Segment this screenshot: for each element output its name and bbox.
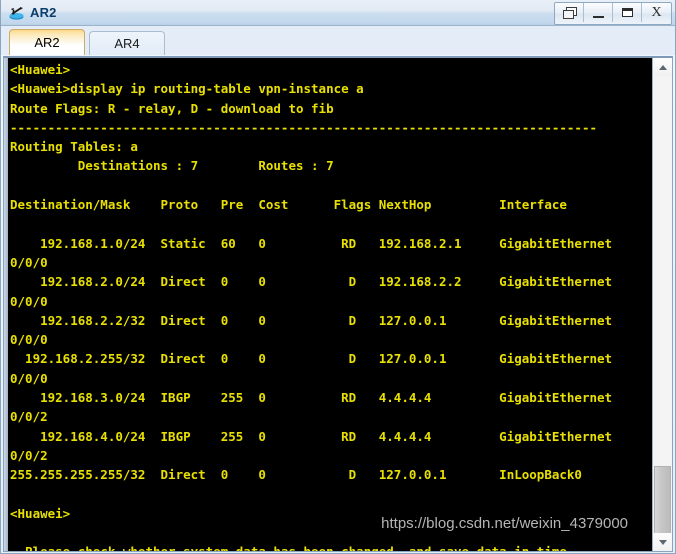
title-bar: AR2 X	[1, 0, 675, 26]
window-controls: X	[554, 2, 672, 25]
minimize-button[interactable]	[584, 3, 613, 22]
scrollbar-track[interactable]	[653, 76, 672, 534]
restore-windows-button[interactable]	[555, 3, 584, 22]
scrollbar-thumb[interactable]	[654, 466, 671, 534]
tab-strip: AR2 AR4	[1, 26, 675, 55]
terminal-output-area[interactable]: <Huawei> <Huawei>display ip routing-tabl…	[4, 58, 652, 551]
terminal-scrollbar[interactable]	[652, 58, 672, 551]
terminal-left-gutter	[4, 58, 8, 551]
maximize-button[interactable]	[613, 3, 642, 22]
terminal-window: AR2 X AR2 AR4 <Huawei> <Huawei>display i…	[0, 0, 676, 554]
restore-icon	[562, 7, 577, 19]
window-title: AR2	[30, 5, 57, 20]
scrollbar-up-button[interactable]	[653, 58, 672, 76]
terminal-panel: <Huawei> <Huawei>display ip routing-tabl…	[3, 56, 673, 552]
tab-ar4-label: AR4	[114, 36, 140, 51]
tab-list: AR2 AR4	[9, 29, 169, 55]
tab-ar4[interactable]: AR4	[89, 31, 165, 55]
minimize-icon	[592, 7, 604, 18]
chevron-up-icon	[658, 64, 667, 70]
close-icon: X	[651, 4, 662, 20]
scrollbar-down-button[interactable]	[653, 533, 672, 551]
maximize-icon	[621, 8, 633, 17]
terminal-output-text: <Huawei> <Huawei>display ip routing-tabl…	[10, 62, 613, 551]
tab-ar2[interactable]: AR2	[9, 29, 85, 55]
tab-ar2-label: AR2	[34, 35, 60, 50]
close-button[interactable]: X	[642, 3, 671, 22]
router-icon	[8, 4, 26, 22]
chevron-down-icon	[658, 539, 667, 545]
